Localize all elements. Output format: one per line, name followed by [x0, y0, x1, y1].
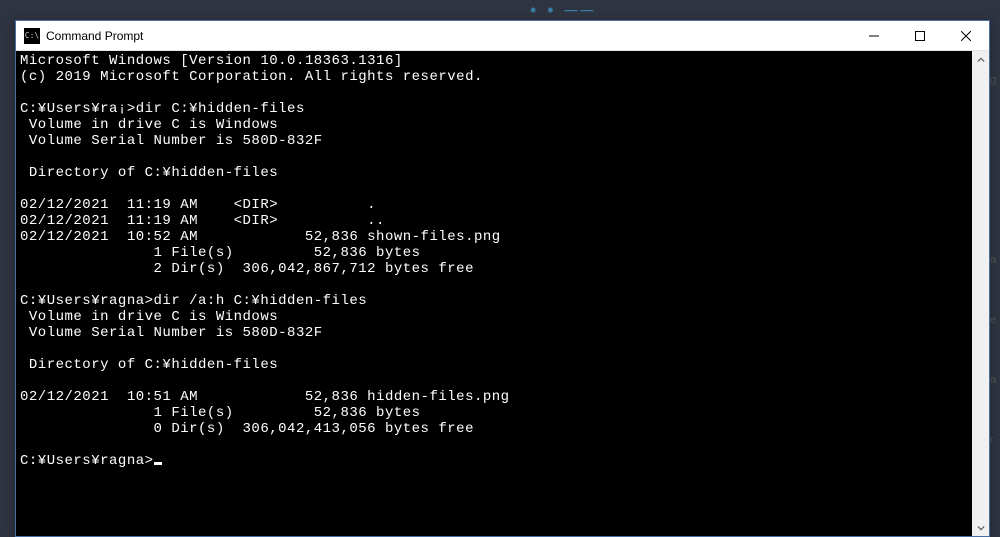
close-icon	[961, 31, 971, 41]
chevron-down-icon	[977, 524, 985, 532]
scrollbar[interactable]	[972, 51, 989, 536]
command-prompt-window: C:\ Command Prompt Microsoft Windows [Ve…	[15, 20, 990, 537]
titlebar[interactable]: C:\ Command Prompt	[16, 21, 989, 51]
scrollbar-up-button[interactable]	[972, 51, 989, 68]
chevron-up-icon	[977, 56, 985, 64]
cursor	[154, 462, 162, 465]
terminal-text: Microsoft Windows [Version 10.0.18363.13…	[20, 53, 510, 437]
background-side-text: g a e a r	[990, 50, 1000, 470]
window-controls	[851, 21, 989, 51]
minimize-button[interactable]	[851, 21, 897, 51]
maximize-icon	[915, 31, 925, 41]
terminal-output[interactable]: Microsoft Windows [Version 10.0.18363.13…	[16, 51, 989, 536]
cmd-icon: C:\	[24, 28, 40, 44]
maximize-button[interactable]	[897, 21, 943, 51]
terminal-prompt: C:¥Users¥ragna>	[20, 453, 154, 469]
minimize-icon	[869, 31, 879, 41]
background-decoration: • • ──	[530, 0, 596, 21]
scrollbar-down-button[interactable]	[972, 519, 989, 536]
close-button[interactable]	[943, 21, 989, 51]
window-title: Command Prompt	[46, 29, 851, 43]
